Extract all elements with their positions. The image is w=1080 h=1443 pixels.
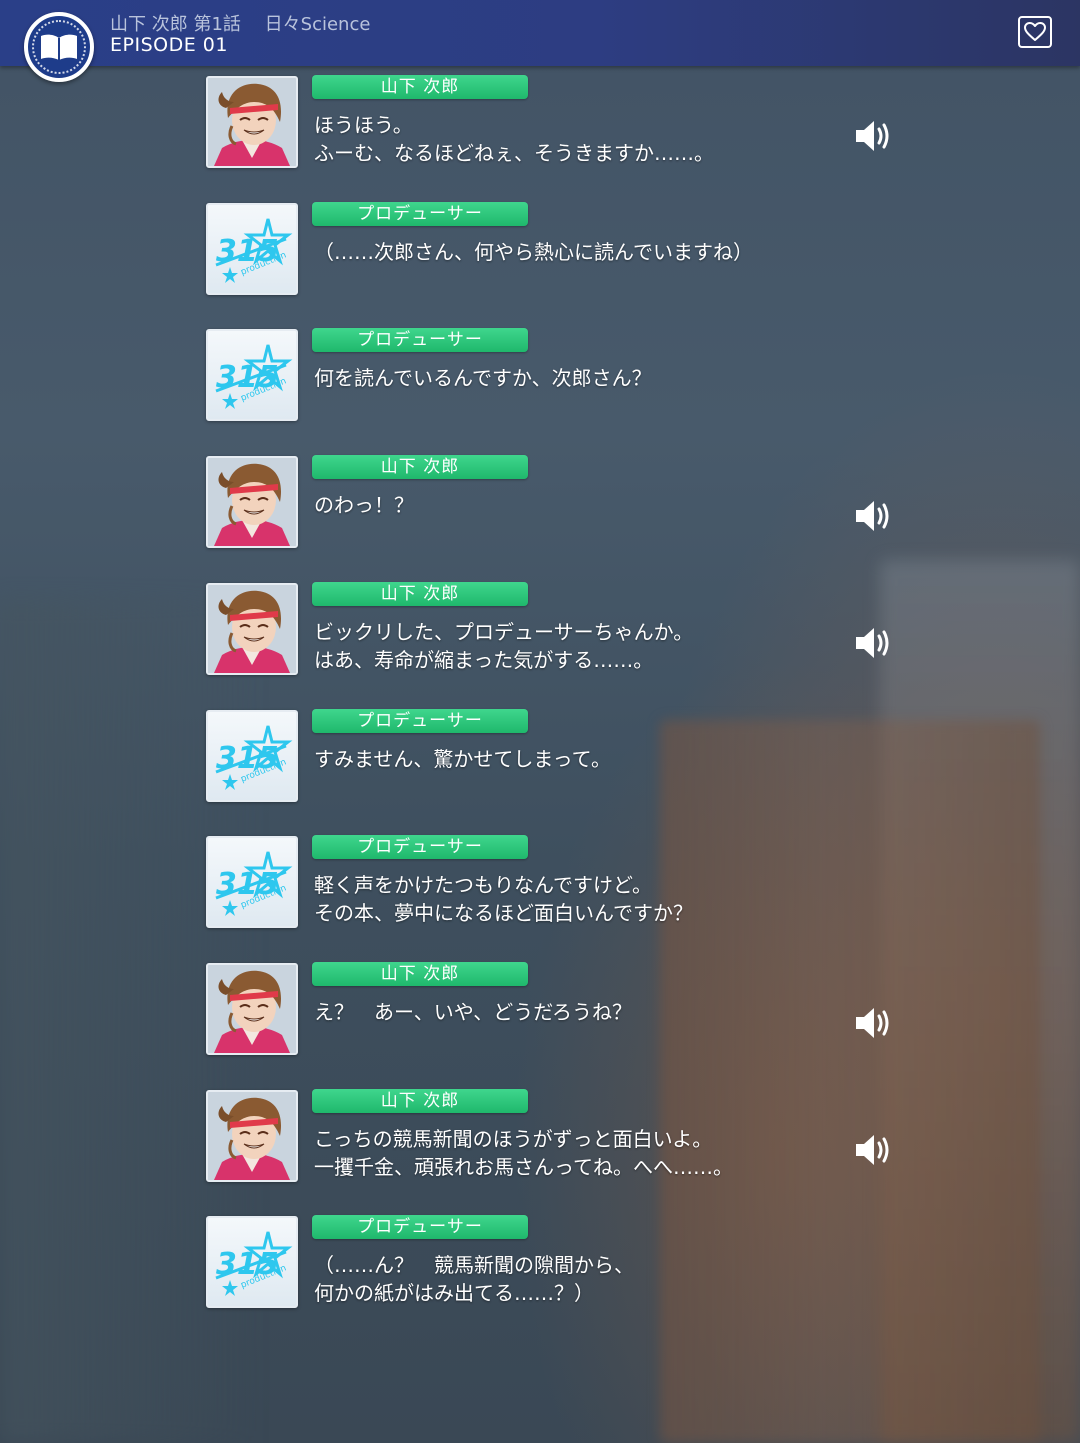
producer-avatar: 315 production: [206, 203, 298, 295]
dialogue-text-line: 軽く声をかけたつもりなんですけど。: [314, 873, 652, 897]
jiro-avatar: [206, 76, 298, 168]
jiro-avatar: [206, 963, 298, 1055]
dialogue-text-line: （……ん？ 競馬新聞の隙間から、: [314, 1253, 634, 1277]
voice-replay-button[interactable]: [852, 1132, 894, 1168]
voice-replay-button[interactable]: [852, 118, 894, 154]
dialogue-text-line: すみません、驚かせてしまって。: [314, 747, 611, 771]
speaker-icon: [856, 501, 889, 531]
dialogue-log[interactable]: 山下 次郎 ほうほう。 ふーむ、なるほどねぇ、そうきますか……。 315 produ…: [0, 0, 1080, 1443]
producer-avatar: 315 production: [206, 329, 298, 421]
dialogue-text-line: その本、夢中になるほど面白いんですか？: [314, 901, 693, 925]
dialogue-entry: 315 production プロデューサーすみません、驚かせてしまって。: [0, 709, 1080, 810]
speaker-name-tag: 山下 次郎: [312, 582, 528, 606]
dialogue-entry: 山下 次郎え？ あー、いや、どうだろうね？: [0, 962, 1080, 1063]
dialogue-entry: 山下 次郎ほうほう。ふーむ、なるほどねぇ、そうきますか……。: [0, 75, 1080, 176]
speaker-name-tag: プロデューサー: [312, 1215, 528, 1239]
dialogue-entry: 315 production プロデューサー何を読んでいるんですか、次郎さん？: [0, 328, 1080, 429]
producer-avatar: 315 production: [206, 836, 298, 928]
jiro-avatar: [206, 1090, 298, 1182]
speaker-name-tag: プロデューサー: [312, 709, 528, 733]
speaker-name-tag: プロデューサー: [312, 328, 528, 352]
dialogue-text-line: ふーむ、なるほどねぇ、そうきますか……。: [314, 141, 714, 165]
dialogue-entry: 山下 次郎ビックリした、プロデューサーちゃんか。 はあ、寿命が縮まった気がする………: [0, 582, 1080, 683]
dialogue-text-line: （……次郎さん、何やら熱心に読んでいますね）: [314, 240, 753, 264]
dialogue-text-line: 何を読んでいるんですか、次郎さん？: [314, 366, 652, 390]
dialogue-text-line: 何かの紙がはみ出てる……？）: [314, 1281, 594, 1305]
speaker-name-tag: 山下 次郎: [312, 1089, 528, 1113]
speaker-icon: [856, 121, 889, 151]
voice-replay-button[interactable]: [852, 625, 894, 661]
dialogue-text-line: ビックリした、プロデューサーちゃんか。: [314, 620, 694, 644]
dialogue-text-line: 一攫千金、頑張れお馬さんってね。へへ……。: [314, 1155, 733, 1179]
speaker-name-tag: プロデューサー: [312, 202, 528, 226]
producer-avatar: 315 production: [206, 1216, 298, 1308]
dialogue-entry: 315 production プロデューサー軽く声をかけたつもりなんですけど。そ…: [0, 835, 1080, 936]
dialogue-text-line: こっちの競馬新聞のほうがずっと面白いよ。: [314, 1127, 713, 1151]
dialogue-entry: 315 production プロデューサー （……ん？ 競馬新聞の隙間から、 何か…: [0, 1215, 1080, 1316]
speaker-name-tag: 山下 次郎: [312, 75, 528, 99]
speaker-icon: [856, 628, 889, 658]
producer-avatar: 315 production: [206, 710, 298, 802]
speaker-icon: [856, 1135, 889, 1165]
speaker-icon: [856, 1008, 889, 1038]
dialogue-text-line: のわっ！？: [314, 493, 414, 517]
speaker-name-tag: プロデューサー: [312, 835, 528, 859]
speaker-name-tag: 山下 次郎: [312, 455, 528, 479]
dialogue-text-line: え？ あー、いや、どうだろうね？: [314, 1000, 632, 1024]
jiro-avatar: [206, 456, 298, 548]
dialogue-entry: 山下 次郎こっちの競馬新聞のほうがずっと面白いよ。 一攫千金、頑張れお馬さんってね…: [0, 1089, 1080, 1190]
dialogue-text-line: ほうほう。: [314, 113, 413, 137]
jiro-avatar: [206, 583, 298, 675]
speaker-name-tag: 山下 次郎: [312, 962, 528, 986]
dialogue-entry: 山下 次郎のわっ！？: [0, 455, 1080, 556]
dialogue-entry: 315 production プロデューサー （……次郎さん、何やら熱心に読んでい…: [0, 202, 1080, 303]
voice-replay-button[interactable]: [852, 498, 894, 534]
dialogue-text-line: はあ、寿命が縮まった気がする……。: [314, 648, 654, 672]
voice-replay-button[interactable]: [852, 1005, 894, 1041]
